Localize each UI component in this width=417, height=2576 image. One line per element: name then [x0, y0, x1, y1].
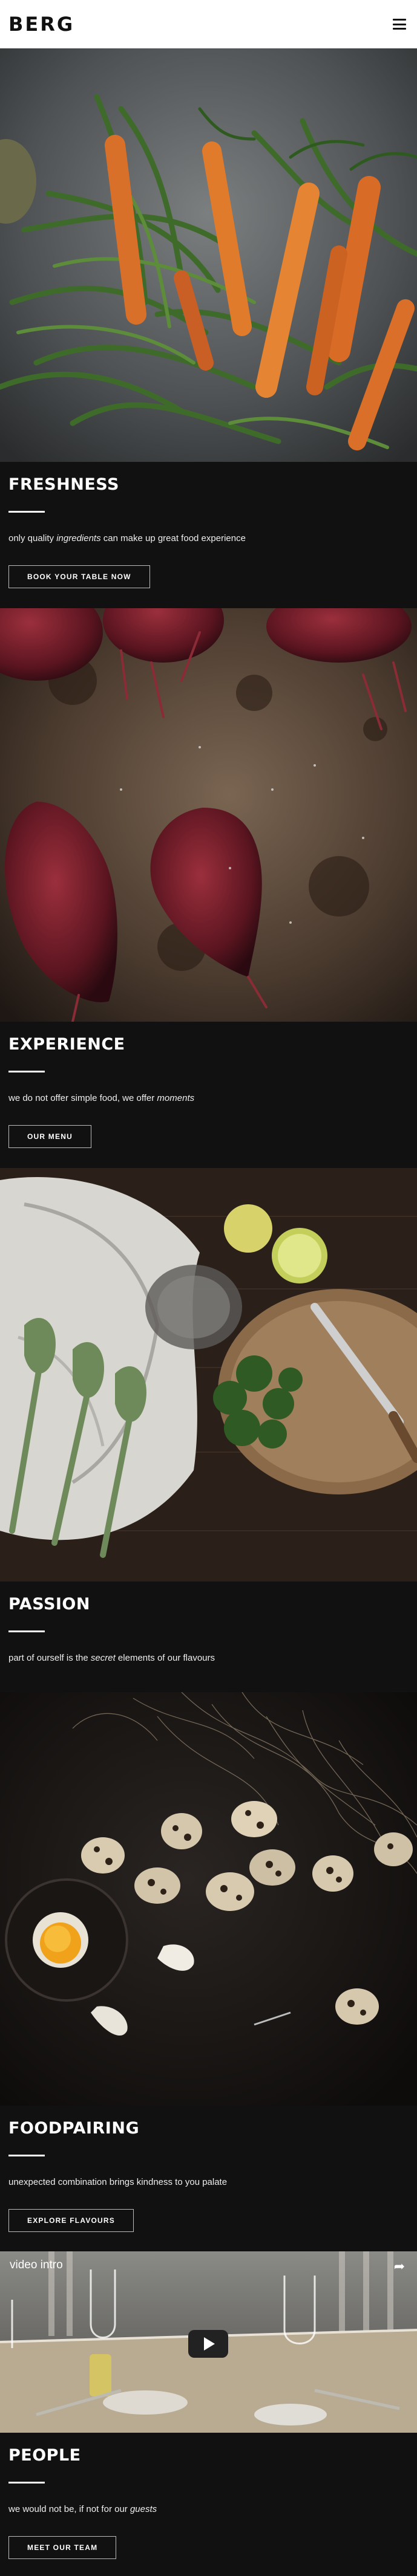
section-text: only quality ingredients can make up gre… [8, 533, 246, 543]
artichokes-photo [0, 1168, 417, 1582]
title-underline [8, 511, 45, 513]
section-foodpairing: FOODPAIRING unexpected combination bring… [0, 1692, 417, 2251]
title-underline [8, 2155, 45, 2156]
section-title: EXPERIENCE [8, 1035, 125, 1054]
caption-people: PEOPLE we would not be, if not for our g… [0, 2433, 417, 2566]
title-underline [8, 1630, 45, 1632]
top-header: BERG [0, 0, 417, 48]
share-arrow-icon[interactable]: ➦ [394, 2259, 405, 2274]
section-title: FOODPAIRING [8, 2119, 140, 2138]
logo[interactable]: BERG [8, 13, 74, 36]
video-intro-player[interactable]: video intro ➦ [0, 2251, 417, 2433]
caption-experience: EXPERIENCE we do not offer simple food, … [0, 1022, 417, 1168]
title-underline [8, 1071, 45, 1072]
book-table-button[interactable]: BOOK YOUR TABLE NOW [8, 565, 150, 588]
caption-passion: PASSION part of ourself is the secret el… [0, 1582, 417, 1692]
section-title: PEOPLE [8, 2446, 81, 2465]
section-people: PEOPLE we would not be, if not for our g… [0, 2433, 417, 2566]
carrots-photo [0, 48, 417, 462]
section-text: unexpected combination brings kindness t… [8, 2177, 228, 2187]
meet-our-team-button[interactable]: MEET OUR TEAM [8, 2536, 117, 2559]
section-title: PASSION [8, 1595, 90, 1614]
section-text: we do not offer simple food, we offer mo… [8, 1093, 195, 1103]
section-passion: PASSION part of ourself is the secret el… [0, 1168, 417, 1692]
caption-foodpairing: FOODPAIRING unexpected combination bring… [0, 2106, 417, 2251]
section-title: FRESHNESS [8, 475, 119, 494]
hamburger-menu-icon[interactable] [393, 19, 406, 30]
section-text: part of ourself is the secret elements o… [8, 1653, 215, 1663]
beetroot-photo [0, 608, 417, 1022]
caption-freshness: FRESHNESS only quality ingredients can m… [0, 462, 417, 608]
play-button-icon[interactable] [188, 2330, 228, 2358]
our-menu-button[interactable]: OUR MENU [8, 1125, 91, 1148]
section-text: we would not be, if not for our guests [8, 2504, 157, 2514]
section-freshness: FRESHNESS only quality ingredients can m… [0, 48, 417, 608]
explore-flavours-button[interactable]: EXPLORE FLAVOURS [8, 2209, 134, 2232]
section-experience: EXPERIENCE we do not offer simple food, … [0, 608, 417, 1168]
video-title[interactable]: video intro [10, 2259, 63, 2272]
quail-eggs-photo [0, 1692, 417, 2106]
title-underline [8, 2482, 45, 2484]
